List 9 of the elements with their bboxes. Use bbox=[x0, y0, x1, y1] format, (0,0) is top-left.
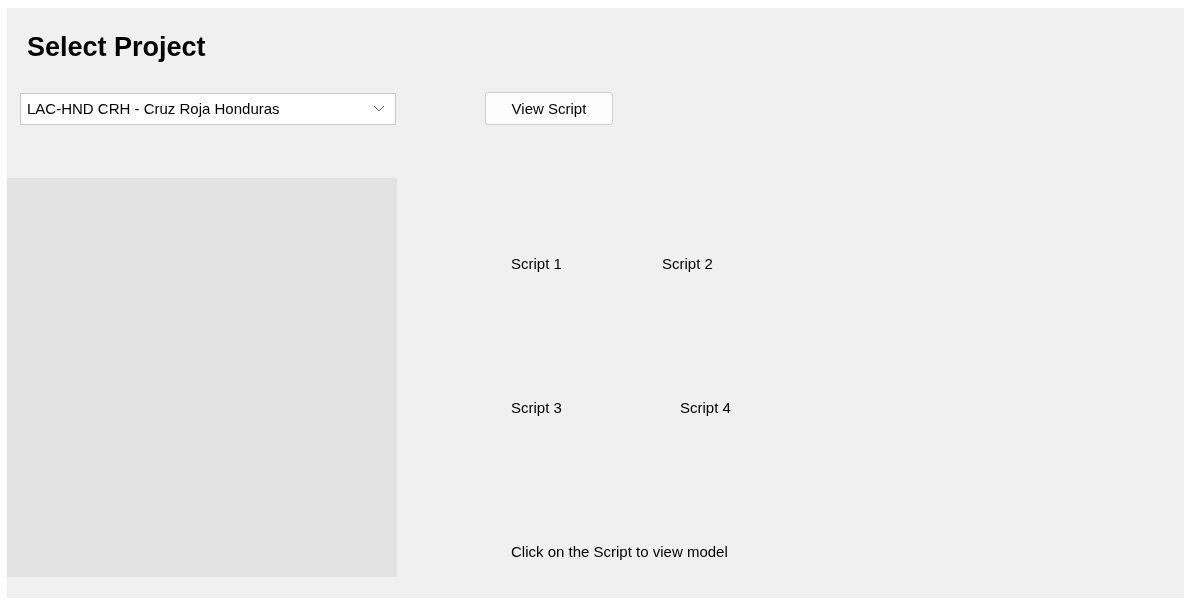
script-link[interactable]: Script 4 bbox=[680, 399, 731, 416]
project-dropdown[interactable]: LAC-HND CRH - Cruz Roja Honduras bbox=[20, 92, 396, 125]
chevron-down-icon bbox=[373, 105, 385, 112]
script-link[interactable]: Script 2 bbox=[662, 255, 713, 272]
view-script-button[interactable]: View Script bbox=[485, 92, 613, 125]
instruction-text: Click on the Script to view model bbox=[511, 543, 728, 560]
script-link[interactable]: Script 1 bbox=[511, 255, 562, 272]
page-title: Select Project bbox=[27, 31, 206, 64]
script-link[interactable]: Script 3 bbox=[511, 399, 562, 416]
